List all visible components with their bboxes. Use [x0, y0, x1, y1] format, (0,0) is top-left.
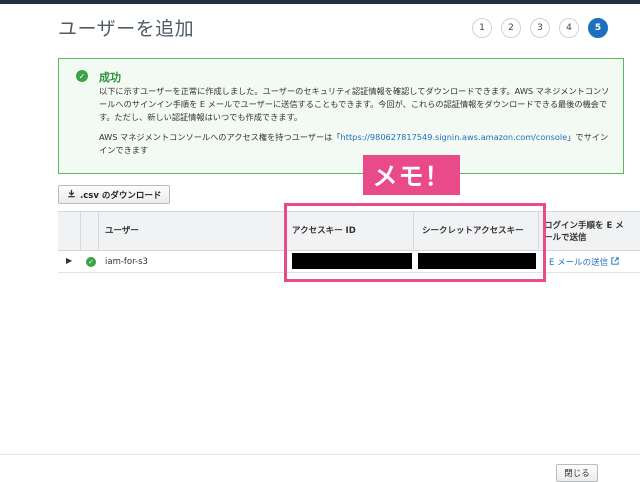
top-navigation-bar [0, 0, 640, 4]
console-url-link[interactable]: https://980627817549.signin.aws.amazon.c… [341, 132, 568, 142]
console-signin-text: AWS マネジメントコンソールへのアクセス権を持つユーザーは「https://9… [99, 131, 614, 157]
step-1[interactable]: 1 [472, 18, 492, 38]
csv-download-label: .csv のダウンロード [80, 190, 162, 201]
send-email-link[interactable]: E メールの送信 [549, 256, 619, 268]
success-alert: ✓ 成功 以下に示すユーザーを正常に作成しました。ユーザーのセキュリティ認証情報… [58, 58, 624, 174]
column-separator [98, 212, 99, 251]
download-icon [67, 189, 76, 201]
console-prefix: AWS マネジメントコンソールへのアクセス権を持つユーザーは「 [99, 132, 341, 142]
success-title: 成功 [99, 71, 121, 84]
footer-divider [0, 454, 640, 455]
success-message: 以下に示すユーザーを正常に作成しました。ユーザーのセキュリティ認証情報を確認して… [99, 86, 610, 122]
column-separator [80, 212, 81, 251]
wizard-steps: 1 2 3 4 5 [472, 18, 608, 38]
step-2[interactable]: 2 [501, 18, 521, 38]
page-title: ユーザーを追加 [58, 18, 195, 40]
header-login-instructions[interactable]: ログイン手順を E メールで送信 [544, 220, 630, 244]
send-email-label: E メールの送信 [549, 258, 609, 268]
expand-caret-icon[interactable]: ▶ [66, 256, 72, 265]
step-3[interactable]: 3 [530, 18, 550, 38]
highlight-frame [284, 203, 546, 282]
header-user[interactable]: ユーザー [105, 224, 139, 236]
step-5-current: 5 [588, 18, 608, 38]
external-link-icon [611, 257, 619, 268]
row-user-name: iam-for-s3 [105, 257, 148, 267]
check-circle-icon: ✓ [76, 70, 88, 82]
memo-annotation: メモ！ [363, 155, 460, 195]
close-button[interactable]: 閉じる [556, 464, 598, 482]
check-circle-icon: ✓ [86, 257, 96, 267]
step-4[interactable]: 4 [559, 18, 579, 38]
csv-download-button[interactable]: .csv のダウンロード [58, 185, 171, 204]
